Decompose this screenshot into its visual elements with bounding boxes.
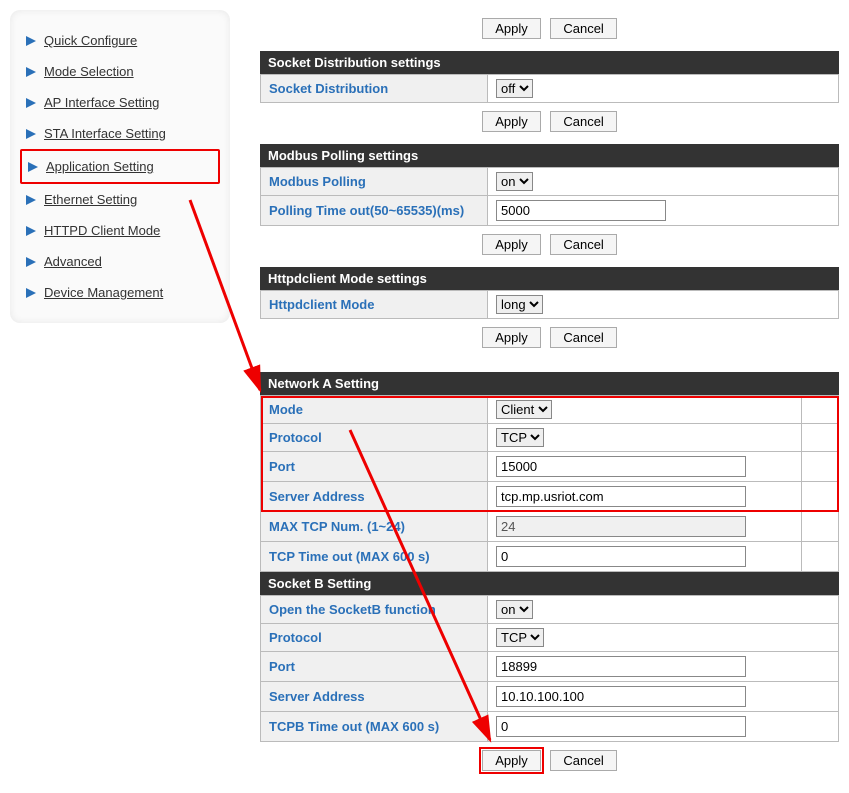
sidebar-item-device-management[interactable]: Device Management [20,277,220,308]
sidebar-item-label: Ethernet Setting [44,192,137,207]
modbus-table: Modbus Polling on Polling Time out(50~65… [260,167,839,226]
arrow-icon [24,96,38,110]
button-row-modbus: Apply Cancel [260,234,839,255]
sidebar-item-label: AP Interface Setting [44,95,159,110]
sidebar: Quick Configure Mode Selection AP Interf… [10,10,230,323]
sidebar-item-ethernet[interactable]: Ethernet Setting [20,184,220,215]
neta-proto-label: Protocol [261,424,488,452]
sidebar-item-label: STA Interface Setting [44,126,166,141]
cancel-button[interactable]: Cancel [550,327,616,348]
apply-button[interactable]: Apply [482,234,541,255]
section-header-socketb: Socket B Setting [260,572,839,595]
httpd-mode-label: Httpdclient Mode [261,291,488,319]
socketb-server-label: Server Address [261,682,488,712]
apply-button[interactable]: Apply [482,111,541,132]
socketb-proto-label: Protocol [261,624,488,652]
neta-mode-select[interactable]: Client [496,400,552,419]
section-header-socket-dist: Socket Distribution settings [260,51,839,74]
socket-dist-label: Socket Distribution [261,75,488,103]
sidebar-item-ap-interface[interactable]: AP Interface Setting [20,87,220,118]
sidebar-item-label: Application Setting [46,159,154,174]
sidebar-item-label: Quick Configure [44,33,137,48]
cancel-button[interactable]: Cancel [550,234,616,255]
arrow-icon [24,34,38,48]
socketb-timeout-label: TCPB Time out (MAX 600 s) [261,712,488,742]
neta-table: Mode Client Protocol TCP Port [260,395,839,572]
section-header-neta: Network A Setting [260,372,839,395]
neta-server-input[interactable] [496,486,746,507]
section-header-modbus: Modbus Polling settings [260,144,839,167]
socket-dist-select[interactable]: off [496,79,533,98]
socketb-table: Open the SocketB function on Protocol TC… [260,595,839,742]
content-area: Apply Cancel Socket Distribution setting… [260,10,839,783]
neta-timeout-label: TCP Time out (MAX 600 s) [261,542,488,572]
arrow-icon [24,286,38,300]
polling-timeout-label: Polling Time out(50~65535)(ms) [261,196,488,226]
arrow-icon [24,65,38,79]
sidebar-item-label: HTTPD Client Mode [44,223,160,238]
button-row-socket-dist: Apply Cancel [260,111,839,132]
cancel-button[interactable]: Cancel [550,111,616,132]
sidebar-item-mode-selection[interactable]: Mode Selection [20,56,220,87]
cancel-button[interactable]: Cancel [550,750,616,771]
arrow-icon [24,224,38,238]
socketb-port-label: Port [261,652,488,682]
neta-proto-select[interactable]: TCP [496,428,544,447]
cancel-button[interactable]: Cancel [550,18,616,39]
neta-port-input[interactable] [496,456,746,477]
socketb-proto-select[interactable]: TCP [496,628,544,647]
socketb-open-select[interactable]: on [496,600,533,619]
section-header-httpd: Httpdclient Mode settings [260,267,839,290]
sidebar-item-quick-configure[interactable]: Quick Configure [20,25,220,56]
neta-maxtcp-label: MAX TCP Num. (1~24) [261,512,488,542]
socket-dist-table: Socket Distribution off [260,74,839,103]
socketb-port-input[interactable] [496,656,746,677]
neta-mode-label: Mode [261,396,488,424]
sidebar-item-label: Device Management [44,285,163,300]
socketb-server-input[interactable] [496,686,746,707]
polling-timeout-input[interactable] [496,200,666,221]
socketb-timeout-input[interactable] [496,716,746,737]
neta-timeout-input[interactable] [496,546,746,567]
httpd-mode-select[interactable]: long [496,295,543,314]
modbus-polling-label: Modbus Polling [261,168,488,196]
sidebar-item-httpd-client[interactable]: HTTPD Client Mode [20,215,220,246]
apply-button[interactable]: Apply [482,18,541,39]
neta-port-label: Port [261,452,488,482]
sidebar-item-label: Mode Selection [44,64,134,79]
arrow-icon [24,255,38,269]
arrow-icon [26,160,40,174]
httpd-table: Httpdclient Mode long [260,290,839,319]
sidebar-item-sta-interface[interactable]: STA Interface Setting [20,118,220,149]
arrow-icon [24,193,38,207]
arrow-icon [24,127,38,141]
button-row-top: Apply Cancel [260,18,839,39]
modbus-polling-select[interactable]: on [496,172,533,191]
sidebar-item-application-setting[interactable]: Application Setting [20,149,220,184]
apply-button[interactable]: Apply [482,327,541,348]
button-row-bottom: Apply Cancel [260,750,839,771]
button-row-httpd: Apply Cancel [260,327,839,348]
neta-maxtcp-input [496,516,746,537]
apply-button[interactable]: Apply [482,750,541,771]
neta-server-label: Server Address [261,482,488,512]
sidebar-item-advanced[interactable]: Advanced [20,246,220,277]
socketb-open-label: Open the SocketB function [261,596,488,624]
sidebar-item-label: Advanced [44,254,102,269]
